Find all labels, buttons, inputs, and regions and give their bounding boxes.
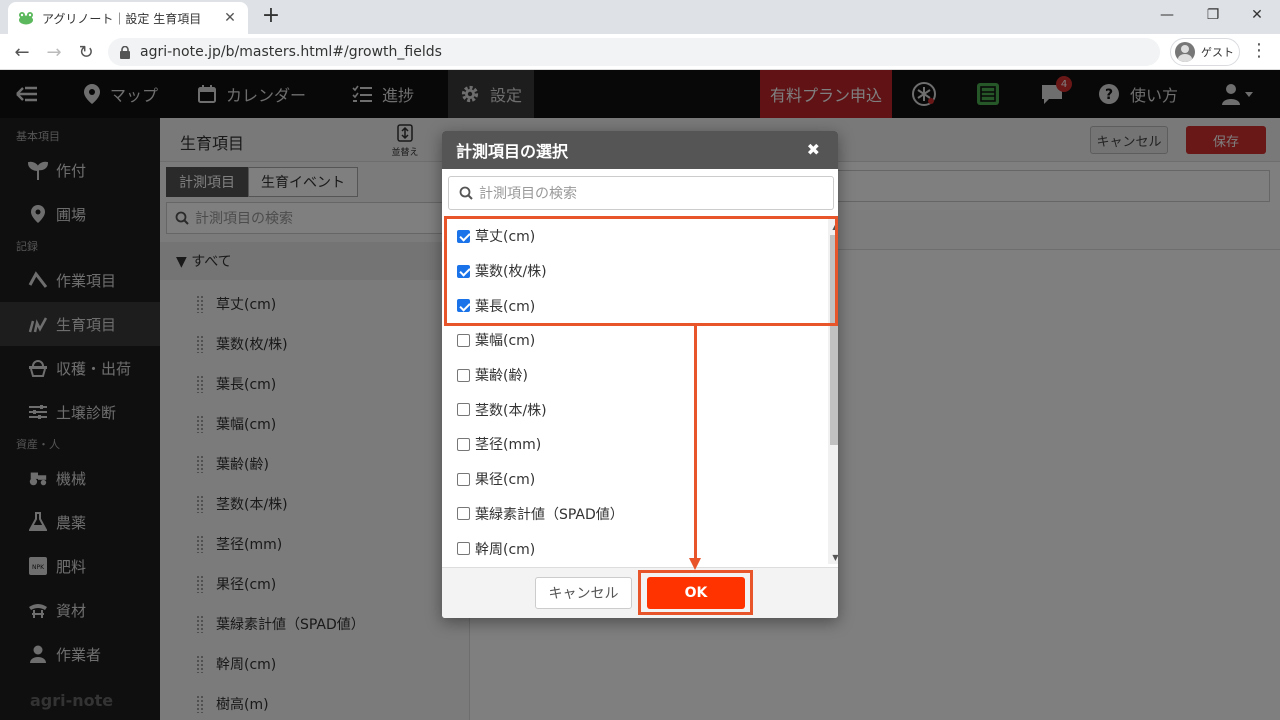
option-item[interactable]: 茎数(本/株) (448, 392, 838, 427)
dialog-cancel-button[interactable]: キャンセル (535, 577, 632, 609)
profile-button[interactable]: ゲスト (1170, 38, 1240, 66)
url-text: agri-note.jp/b/masters.html#/growth_fiel… (140, 44, 442, 60)
checkbox[interactable] (457, 368, 470, 382)
option-item[interactable]: 果径(cm) (448, 462, 838, 497)
option-item[interactable]: 葉幅(cm) (448, 323, 838, 358)
close-icon[interactable]: ✖ (807, 140, 820, 159)
browser-menu-icon[interactable]: ⋮ (1250, 40, 1268, 64)
tab-title: アグリノート｜設定 生育項目 (42, 11, 202, 26)
dialog-search-input[interactable]: 計測項目の検索 (448, 176, 834, 210)
browser-toolbar: ← → ↻ agri-note.jp/b/masters.html#/growt… (0, 34, 1280, 70)
option-item[interactable]: 幹周(cm) (448, 531, 838, 564)
profile-avatar-icon (1175, 42, 1195, 62)
measurement-select-dialog: 計測項目の選択 ✖ 計測項目の検索 草丈(cm) 葉数(枚/株) 葉長(cm) … (442, 131, 838, 618)
option-item[interactable]: 茎径(mm) (448, 427, 838, 462)
checkbox[interactable] (457, 507, 470, 521)
option-label: 葉齢(齢) (475, 368, 528, 385)
guide-arrow-head (689, 558, 701, 570)
option-label: 茎径(mm) (475, 437, 542, 454)
option-label: 茎数(本/株) (475, 402, 547, 419)
dialog-title: 計測項目の選択 (456, 142, 569, 161)
minimize-button[interactable]: — (1144, 0, 1190, 30)
browser-tabstrip: アグリノート｜設定 生育項目 ✕ + — ❐ ✕ (0, 0, 1280, 34)
frog-favicon-icon (18, 11, 34, 25)
ok-button-highlight (638, 570, 753, 615)
dialog-search-placeholder: 計測項目の検索 (479, 186, 577, 202)
option-label: 葉緑素計値（SPAD値） (475, 506, 624, 523)
checked-items-highlight (444, 216, 838, 326)
option-label: 幹周(cm) (475, 541, 536, 558)
lock-icon (120, 45, 130, 59)
scroll-down-icon[interactable]: ▼ (828, 550, 838, 564)
dialog-header: 計測項目の選択 ✖ (442, 131, 838, 169)
reload-button[interactable]: ↻ (74, 40, 98, 64)
profile-label: ゲスト (1201, 46, 1234, 59)
checkbox[interactable] (457, 542, 470, 556)
new-tab-button[interactable]: + (258, 4, 284, 30)
checkbox[interactable] (457, 472, 470, 486)
window-close-button[interactable]: ✕ (1234, 0, 1280, 30)
restore-button[interactable]: ❐ (1190, 0, 1236, 30)
address-bar[interactable]: agri-note.jp/b/masters.html#/growth_fiel… (108, 38, 1160, 66)
tab-close-icon[interactable]: ✕ (222, 10, 238, 26)
search-icon (459, 186, 473, 200)
option-item[interactable]: 葉齢(齢) (448, 358, 838, 393)
forward-button[interactable]: → (42, 40, 66, 64)
checkbox[interactable] (457, 403, 470, 417)
option-label: 葉幅(cm) (475, 333, 536, 350)
option-item[interactable]: 葉緑素計値（SPAD値） (448, 497, 838, 532)
browser-tab[interactable]: アグリノート｜設定 生育項目 ✕ (8, 2, 248, 34)
back-button[interactable]: ← (10, 40, 34, 64)
checkbox[interactable] (457, 437, 470, 451)
checkbox[interactable] (457, 333, 470, 347)
option-label: 果径(cm) (475, 472, 536, 489)
guide-arrow-line (694, 326, 697, 562)
